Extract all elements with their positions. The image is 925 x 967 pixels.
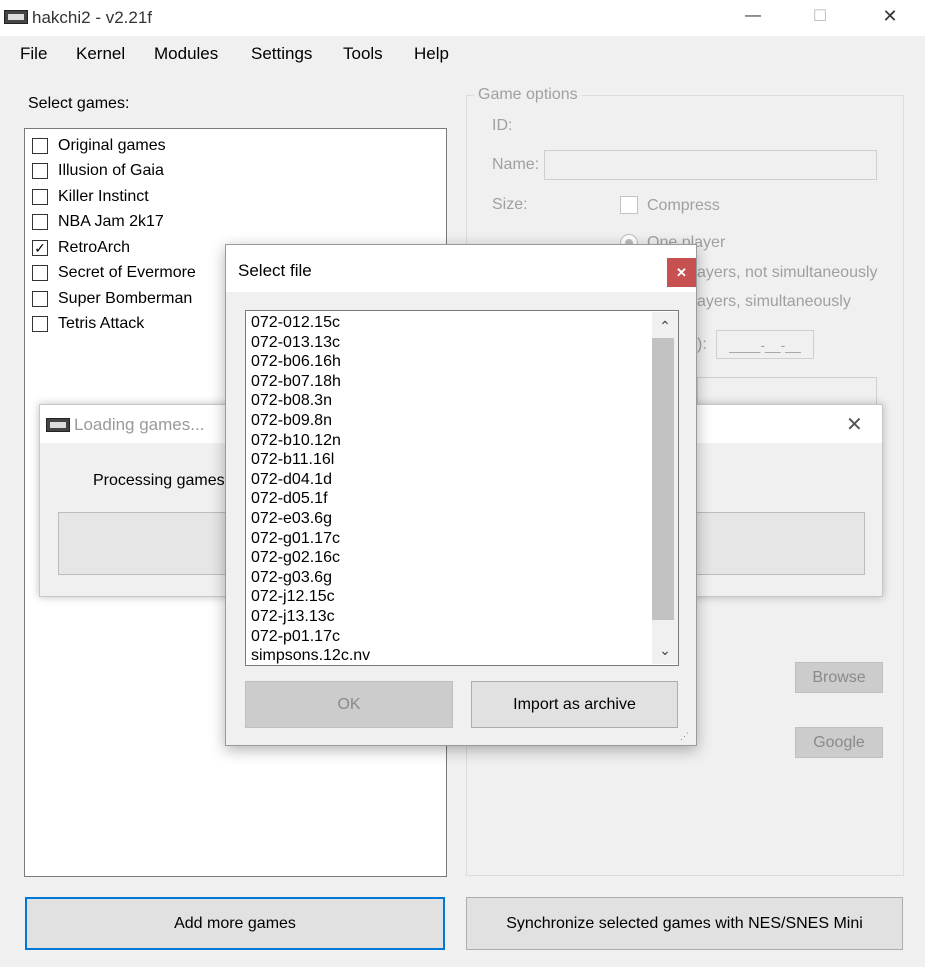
- two-players-simultaneously-label: ayers, simultaneously: [697, 293, 851, 310]
- file-list-item[interactable]: 072-g03.6g: [251, 568, 332, 588]
- google-button[interactable]: Google: [795, 727, 883, 758]
- file-list-item[interactable]: 072-j13.13c: [251, 607, 335, 627]
- game-name: NBA Jam 2k17: [58, 213, 164, 230]
- file-list-item[interactable]: 072-012.15c: [251, 313, 340, 333]
- two-players-not-simultaneously-label: ayers, not simultaneously: [697, 264, 878, 281]
- scroll-up-icon[interactable]: ⌃: [652, 314, 678, 338]
- name-label: Name:: [492, 156, 540, 173]
- file-list-scrollbar[interactable]: ⌃ ⌄: [652, 312, 678, 664]
- game-name: Illusion of Gaia: [58, 162, 164, 179]
- game-list-item[interactable]: Tetris Attack: [32, 312, 144, 337]
- game-name: Original games: [58, 136, 166, 154]
- compress-checkbox[interactable]: [620, 196, 638, 214]
- game-list-item[interactable]: Killer Instinct: [32, 184, 149, 209]
- dialog-title: Select file: [238, 261, 312, 280]
- browse-button[interactable]: Browse: [795, 662, 883, 693]
- menu-kernel[interactable]: Kernel: [76, 44, 125, 64]
- file-list-item[interactable]: 072-b10.12n: [251, 431, 341, 451]
- loading-title: Loading games...: [74, 415, 205, 434]
- menu-help[interactable]: Help: [414, 44, 449, 64]
- publisher-input[interactable]: [697, 377, 877, 405]
- dialog-close-button[interactable]: ✕: [667, 258, 696, 287]
- game-name: Super Bomberman: [58, 289, 193, 307]
- game-checkbox[interactable]: [32, 188, 48, 205]
- loading-message: Processing games,: [93, 472, 230, 489]
- file-list-item[interactable]: simpsons.12c.nv: [251, 646, 370, 665]
- select-file-dialog: Select file ✕ 072-012.15c 072-013.13c 072-…: [225, 244, 697, 746]
- game-list-item[interactable]: Illusion of Gaia: [32, 159, 164, 184]
- game-list-item[interactable]: Super Bomberman: [32, 286, 192, 311]
- game-name: Tetris Attack: [58, 315, 145, 332]
- maximize-button[interactable]: ☐: [797, 0, 843, 32]
- menu-settings[interactable]: Settings: [251, 44, 312, 64]
- game-options-title: Game options: [474, 86, 582, 104]
- file-list-item[interactable]: 072-b09.8n: [251, 411, 332, 431]
- menu-file[interactable]: File: [20, 44, 47, 64]
- synchronize-button[interactable]: Synchronize selected games with NES/SNES…: [466, 897, 903, 950]
- app-icon: [46, 418, 70, 432]
- file-list-item[interactable]: 072-b07.18h: [251, 372, 341, 392]
- menu-bar: File Kernel Modules Settings Tools Help: [0, 36, 925, 70]
- file-list-item[interactable]: 072-d05.1f: [251, 489, 328, 509]
- size-label: Size:: [492, 196, 528, 213]
- select-games-label: Select games:: [28, 95, 130, 112]
- game-list-item[interactable]: Original games: [32, 133, 166, 158]
- game-checkbox[interactable]: ✓: [32, 239, 48, 256]
- name-input[interactable]: [544, 150, 877, 180]
- file-list-item[interactable]: 072-g01.17c: [251, 529, 340, 549]
- ok-button[interactable]: OK: [245, 681, 453, 728]
- close-window-button[interactable]: ✕: [867, 0, 913, 32]
- add-more-games-button[interactable]: Add more games: [25, 897, 445, 950]
- file-list-item[interactable]: 072-g02.16c: [251, 548, 340, 568]
- file-list-item[interactable]: 072-b06.16h: [251, 352, 341, 372]
- app-icon: [4, 10, 28, 24]
- file-list-item[interactable]: 072-p01.17c: [251, 627, 340, 647]
- game-list-item[interactable]: ✓ RetroArch: [32, 235, 130, 260]
- title-bar: hakchi2 - v2.21f — ☐ ✕: [0, 0, 925, 36]
- file-list-item[interactable]: 072-j12.15c: [251, 587, 335, 607]
- import-as-archive-button[interactable]: Import as archive: [471, 681, 678, 728]
- game-list-item[interactable]: Secret of Evermore: [32, 261, 196, 286]
- scroll-down-icon[interactable]: ⌄: [652, 638, 678, 662]
- loading-close-button[interactable]: ✕: [846, 412, 863, 437]
- file-list-item[interactable]: 072-d04.1d: [251, 470, 332, 490]
- release-date-input[interactable]: ____-__-__: [716, 330, 814, 359]
- scrollbar-thumb[interactable]: [652, 338, 674, 620]
- release-date-label: ):: [697, 336, 707, 353]
- game-checkbox[interactable]: [32, 265, 48, 281]
- window-title: hakchi2 - v2.21f: [32, 8, 153, 27]
- game-checkbox[interactable]: [32, 163, 48, 179]
- game-checkbox[interactable]: [32, 137, 48, 154]
- resize-grip-icon[interactable]: ⋰: [680, 731, 689, 742]
- compress-label: Compress: [647, 197, 720, 214]
- game-list-item[interactable]: NBA Jam 2k17: [32, 210, 164, 235]
- game-checkbox[interactable]: [32, 316, 48, 332]
- menu-tools[interactable]: Tools: [343, 44, 383, 64]
- file-list-item[interactable]: 072-b11.16l: [251, 450, 334, 470]
- game-checkbox[interactable]: [32, 290, 48, 307]
- game-name: Killer Instinct: [58, 187, 149, 205]
- menu-modules[interactable]: Modules: [154, 44, 218, 64]
- id-label: ID:: [492, 117, 513, 134]
- file-list-item[interactable]: 072-013.13c: [251, 333, 340, 353]
- minimize-button[interactable]: —: [730, 0, 776, 32]
- file-list-item[interactable]: 072-e03.6g: [251, 509, 332, 529]
- game-checkbox[interactable]: [32, 214, 48, 230]
- dialog-title-bar: Select file ✕: [226, 245, 696, 292]
- game-name: RetroArch: [58, 238, 131, 256]
- file-list[interactable]: 072-012.15c 072-013.13c 072-b06.16h 072-b07…: [245, 310, 679, 666]
- game-name: Secret of Evermore: [58, 264, 196, 281]
- file-list-item[interactable]: 072-b08.3n: [251, 391, 332, 411]
